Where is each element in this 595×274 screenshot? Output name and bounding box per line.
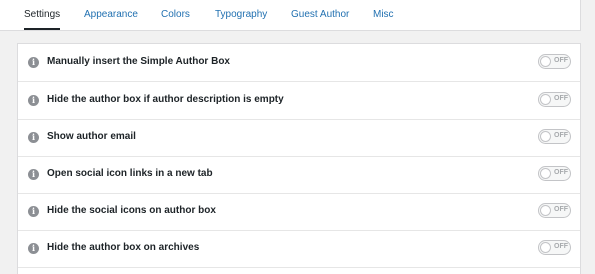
setting-row-hide-social-icons: i Hide the social icons on author box OF… (18, 193, 580, 231)
hide-social-icons-toggle[interactable]: OFF (538, 203, 571, 218)
settings-panel: i Manually insert the Simple Author Box … (17, 43, 581, 274)
hide-on-archives-toggle[interactable]: OFF (538, 240, 571, 255)
manual-insert-toggle[interactable]: OFF (538, 54, 571, 69)
tab-settings[interactable]: Settings (24, 9, 61, 30)
info-icon[interactable]: i (28, 206, 39, 217)
toggle-knob (540, 242, 551, 253)
toggle-knob (540, 56, 551, 67)
tab-bar: Settings Appearance Colors Typography Gu… (0, 0, 581, 31)
setting-label: Hide the author box on archives (47, 242, 200, 253)
setting-label: Show author email (47, 131, 136, 142)
toggle-knob (540, 205, 551, 216)
hide-if-empty-toggle[interactable]: OFF (538, 92, 571, 107)
toggle-state-label: OFF (554, 132, 568, 139)
setting-row-hide-on-archives: i Hide the author box on archives OFF (18, 230, 580, 268)
tab-colors[interactable]: Colors (161, 9, 190, 30)
toggle-state-label: OFF (554, 95, 568, 102)
setting-row-social-new-tab: i Open social icon links in a new tab OF… (18, 156, 580, 194)
setting-label: Hide the social icons on author box (47, 205, 216, 216)
toggle-knob (540, 168, 551, 179)
toggle-state-label: OFF (554, 243, 568, 250)
toggle-state-label: OFF (554, 169, 568, 176)
social-new-tab-toggle[interactable]: OFF (538, 166, 571, 181)
info-icon[interactable]: i (28, 95, 39, 106)
toggle-state-label: OFF (554, 57, 568, 64)
tab-misc[interactable]: Misc (373, 9, 394, 30)
tab-typography[interactable]: Typography (215, 9, 267, 30)
setting-row-hide-if-empty: i Hide the author box if author descript… (18, 82, 580, 120)
setting-label: Hide the author box if author descriptio… (47, 94, 284, 105)
setting-row-manual-insert: i Manually insert the Simple Author Box … (18, 44, 580, 82)
info-icon[interactable]: i (28, 169, 39, 180)
info-icon[interactable]: i (28, 132, 39, 143)
setting-label: Open social icon links in a new tab (47, 168, 213, 179)
toggle-knob (540, 94, 551, 105)
setting-label: Manually insert the Simple Author Box (47, 56, 230, 67)
toggle-knob (540, 131, 551, 142)
toggle-state-label: OFF (554, 206, 568, 213)
info-icon[interactable]: i (28, 243, 39, 254)
tab-guest-author[interactable]: Guest Author (291, 9, 349, 30)
info-icon[interactable]: i (28, 57, 39, 68)
setting-row-show-email: i Show author email OFF (18, 119, 580, 157)
tab-appearance[interactable]: Appearance (84, 9, 138, 30)
show-email-toggle[interactable]: OFF (538, 129, 571, 144)
